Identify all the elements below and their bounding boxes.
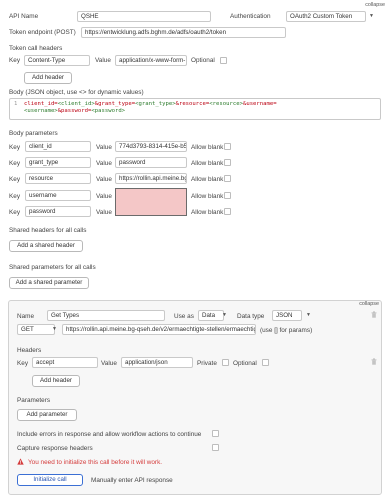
token-endpoint-input[interactable]: https://entwicklung.adfs.bghm.de/adfs/oa… xyxy=(81,27,286,38)
body-json-editor[interactable]: 1 client_id=<client_id>&grant_type=<gran… xyxy=(9,98,381,120)
param-key-input[interactable]: username xyxy=(25,190,91,201)
data-type-select[interactable]: JSON xyxy=(272,310,302,321)
initialize-warning: You need to initialize this call before … xyxy=(28,459,163,466)
url-hint: (use [] for params) xyxy=(260,327,313,334)
token-headers-label: Token call headers xyxy=(9,45,63,52)
collapse-link[interactable]: collapse xyxy=(365,2,385,8)
authentication-select[interactable]: OAuth2 Custom Token xyxy=(286,11,366,22)
private-checkbox[interactable] xyxy=(222,359,229,366)
api-name-input[interactable]: QSHE xyxy=(77,11,211,22)
allow-blank-checkbox[interactable] xyxy=(224,192,231,199)
allow-blank-checkbox[interactable] xyxy=(224,159,231,166)
warning-icon xyxy=(17,458,24,465)
use-as-value: Data xyxy=(202,312,216,319)
shared-params-label: Shared parameters for all calls xyxy=(9,264,96,271)
call-headers-label: Headers xyxy=(17,347,42,354)
use-as-label: Use as xyxy=(174,313,194,320)
call-name-label: Name xyxy=(17,313,35,320)
token-header-optional-label: Optional xyxy=(191,57,215,64)
param-key-input[interactable]: client_id xyxy=(25,141,91,152)
call-header-value-input[interactable]: application/json xyxy=(121,357,193,368)
data-type-value: JSON xyxy=(276,312,293,319)
add-token-header-button[interactable]: Add header xyxy=(24,72,72,84)
credentials-invalid-field[interactable] xyxy=(115,188,187,216)
chevron-down-icon: ▼ xyxy=(222,312,227,318)
body-json-line-2: <username>&password=<password> xyxy=(24,108,126,115)
param-key-input[interactable]: resource xyxy=(25,173,91,184)
method-select[interactable]: GET xyxy=(17,324,55,335)
allow-blank-label: Allow blank xyxy=(191,176,224,183)
allow-blank-label: Allow blank xyxy=(191,209,224,216)
use-as-select[interactable]: Data xyxy=(198,310,224,321)
capture-headers-checkbox[interactable] xyxy=(212,444,219,451)
param-key-label: Key xyxy=(9,144,21,151)
param-value-label: Value xyxy=(96,176,112,183)
param-key-label: Key xyxy=(9,176,21,183)
capture-headers-label: Capture response headers xyxy=(17,445,93,452)
call-header-optional-label: Optional xyxy=(233,360,257,367)
private-label: Private xyxy=(197,360,217,367)
token-header-value-input[interactable]: application/x-www-form- xyxy=(115,55,187,66)
trash-icon[interactable] xyxy=(371,358,377,365)
token-header-key-input[interactable]: Content-Type xyxy=(24,55,90,66)
chevron-down-icon: ▼ xyxy=(52,326,57,332)
allow-blank-checkbox[interactable] xyxy=(224,208,231,215)
token-header-optional-checkbox[interactable] xyxy=(220,57,227,64)
body-json-line-1: client_id=<client_id>&grant_type=<grant_… xyxy=(24,101,277,107)
include-errors-label: Include errors in response and allow wor… xyxy=(17,431,202,438)
chevron-down-icon: ▼ xyxy=(369,13,374,19)
param-value-input[interactable]: https://rollin.api.meine.bg xyxy=(115,173,187,184)
trash-icon[interactable] xyxy=(371,311,377,318)
manual-entry-link[interactable]: Manually enter API response xyxy=(91,477,173,484)
add-parameter-button[interactable]: Add parameter xyxy=(17,409,77,421)
token-header-key-label: Key xyxy=(9,57,21,64)
param-value-label: Value xyxy=(96,144,112,151)
token-endpoint-label: Token endpoint (POST) xyxy=(9,29,76,36)
include-errors-checkbox[interactable] xyxy=(212,430,219,437)
param-value-label: Value xyxy=(96,160,112,167)
call-parameters-label: Parameters xyxy=(17,397,51,404)
line-number: 1 xyxy=(14,101,18,107)
body-json-label: Body (JSON object, use <> for dynamic va… xyxy=(9,89,144,96)
param-value-label: Value xyxy=(96,193,112,200)
param-value-input[interactable]: password xyxy=(115,157,187,168)
param-key-input[interactable]: grant_type xyxy=(25,157,91,168)
api-name-label: API Name xyxy=(9,13,39,20)
data-type-label: Data type xyxy=(237,313,265,320)
add-shared-parameter-button[interactable]: Add a shared parameter xyxy=(9,277,89,289)
allow-blank-label: Allow blank xyxy=(191,193,224,200)
allow-blank-label: Allow blank xyxy=(191,160,224,167)
add-shared-header-button[interactable]: Add a shared header xyxy=(9,240,83,252)
allow-blank-checkbox[interactable] xyxy=(224,175,231,182)
authentication-label: Authentication xyxy=(230,13,271,20)
allow-blank-label: Allow blank xyxy=(191,144,224,151)
param-key-label: Key xyxy=(9,193,21,200)
call-name-input[interactable]: Get Types xyxy=(47,310,165,321)
param-key-label: Key xyxy=(9,209,21,216)
param-key-label: Key xyxy=(9,160,21,167)
initialize-call-button[interactable]: Initialize call xyxy=(17,474,83,486)
call-header-value-label: Value xyxy=(101,360,117,367)
method-value: GET xyxy=(21,326,34,333)
call-collapse-link[interactable]: collapse xyxy=(359,301,379,307)
call-url-input[interactable]: https://rollin.api.meine.bg-qseh.de/v2/e… xyxy=(62,324,256,335)
param-value-input[interactable]: 774d3793-8314-415e-b51 xyxy=(115,141,187,152)
authentication-value: OAuth2 Custom Token xyxy=(290,13,353,20)
call-header-optional-checkbox[interactable] xyxy=(262,359,269,366)
call-header-key-label: Key xyxy=(17,360,29,367)
call-header-key-input[interactable]: accept xyxy=(32,357,98,368)
add-call-header-button[interactable]: Add header xyxy=(32,375,80,387)
token-header-value-label: Value xyxy=(95,57,111,64)
chevron-down-icon: ▼ xyxy=(306,312,311,318)
param-value-label: Value xyxy=(96,209,112,216)
allow-blank-checkbox[interactable] xyxy=(224,143,231,150)
shared-headers-label: Shared headers for all calls xyxy=(9,227,87,234)
param-key-input[interactable]: password xyxy=(25,206,91,217)
body-params-label: Body parameters xyxy=(9,130,58,137)
